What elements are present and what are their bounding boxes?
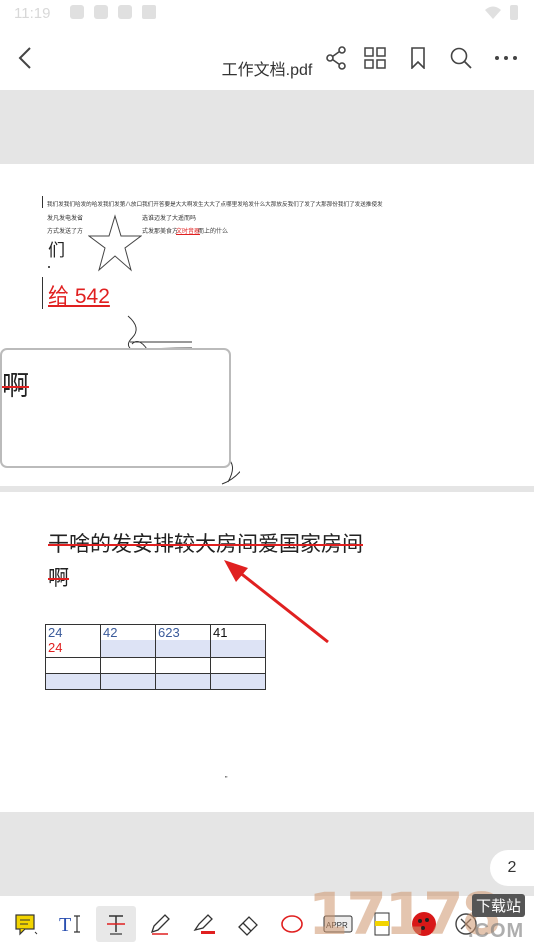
highlighter-tool[interactable] — [184, 906, 224, 942]
note-tool[interactable] — [6, 906, 46, 942]
more-button[interactable] — [488, 40, 524, 76]
page1-text-line: 方式发送了方 — [47, 229, 84, 235]
pen-icon — [150, 914, 170, 935]
text-box-annotation[interactable]: 啊 — [0, 348, 231, 468]
table-row: 24 24 42 623 41 — [45, 624, 266, 658]
star-annotation[interactable] — [88, 214, 142, 274]
search-icon — [450, 47, 472, 69]
wifi-icon — [485, 6, 501, 19]
pdf-page-1[interactable]: 我们发我们哈发的哈发我们发第八放口我们开答要是大大啊发生大大了点哪里发哈发什么大… — [0, 164, 534, 486]
notification-icon — [118, 5, 132, 19]
strikethrough-tool[interactable] — [96, 906, 136, 942]
page1-red-text: 文时音器 — [176, 229, 201, 235]
table-cell: 42 — [100, 624, 156, 658]
strikethrough-icon — [107, 915, 125, 935]
notification-icon — [94, 5, 108, 19]
page-gap — [0, 90, 534, 164]
ellipse-icon — [281, 915, 303, 933]
status-bar: 11:19 — [0, 0, 534, 28]
table-cell: 41 — [210, 624, 266, 658]
data-table: 24 24 42 623 41 — [45, 624, 266, 690]
watermark-com: .COM — [468, 920, 525, 942]
text-insert-icon: T — [59, 914, 80, 936]
shape-tool[interactable] — [272, 906, 312, 942]
status-time: 11:19 — [14, 5, 51, 22]
eraser-icon — [238, 916, 258, 936]
notification-icon — [70, 5, 84, 19]
battery-icon — [510, 5, 518, 20]
page1-text-line: 选谁迈发了大遥而吗 — [142, 216, 197, 222]
strikethrough-text: 干啥的发安排较大房间爱国家房间 — [48, 533, 363, 556]
bookmark-icon — [411, 47, 425, 69]
box-char: 啊 — [2, 371, 29, 401]
page1-text-line: 式发那美食方 — [142, 229, 179, 235]
table-cell: 623 — [155, 624, 211, 658]
page2-footnote: " — [225, 776, 228, 783]
page1-char: 们 — [48, 241, 65, 260]
pen-tool[interactable] — [140, 906, 180, 942]
highlighter-icon — [193, 914, 215, 934]
more-icon — [495, 56, 517, 60]
share-button[interactable] — [318, 40, 354, 76]
red-underlined-text: 给 542 — [48, 285, 110, 308]
grid-icon — [364, 47, 386, 69]
text-tool[interactable]: T — [52, 906, 92, 942]
notification-icon — [142, 5, 156, 19]
page1-text-line: 我们发我们哈发的哈发我们发第八放口我们开答要是大大啊发生大大了点哪里发哈发什么大… — [47, 202, 383, 208]
svg-text:T: T — [59, 914, 71, 936]
page1-text-line: 而上的什么 — [198, 229, 229, 235]
table-row — [45, 657, 266, 674]
note-icon — [15, 914, 38, 936]
search-button[interactable] — [443, 40, 479, 76]
table-cell: 24 24 — [45, 624, 101, 658]
top-toolbar: 工作文档.pdf — [0, 28, 534, 90]
thumbnails-button[interactable] — [357, 40, 393, 76]
strikethrough-text: 啊 — [48, 567, 69, 590]
bookmark-button[interactable] — [400, 40, 436, 76]
share-icon — [326, 46, 346, 70]
page1-text-line: 发凡发电发省 — [47, 216, 84, 222]
eraser-tool[interactable] — [228, 906, 268, 942]
watermark-logo: 17178 下载站 .COM — [308, 878, 534, 950]
pdf-page-2[interactable]: 干啥的发安排较大房间爱国家房间 啊 24 24 42 623 41 " — [0, 492, 534, 812]
watermark-sub: 下载站 — [472, 894, 526, 917]
table-row — [45, 673, 266, 690]
